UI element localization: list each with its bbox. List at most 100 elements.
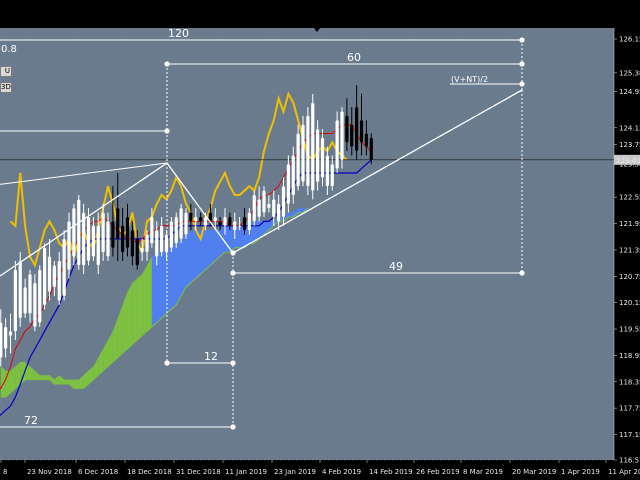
- x-tick-label: 26 Feb 2019: [416, 468, 460, 476]
- candle-body: [0, 322, 3, 358]
- x-tick-label: 20 Mar 2019: [512, 468, 556, 476]
- kumo-segment: [127, 282, 133, 349]
- candle-body: [174, 216, 178, 244]
- candle-body: [52, 265, 56, 288]
- candle-body: [57, 260, 61, 301]
- candle-body: [262, 190, 266, 213]
- kumo-segment: [142, 265, 147, 336]
- kumo-segment: [151, 252, 157, 327]
- anchor-dot: [519, 81, 525, 87]
- candle-body: [184, 212, 188, 235]
- candle-body: [23, 287, 27, 314]
- candle-body: [18, 260, 22, 319]
- candle-body: [272, 199, 276, 217]
- candle-body: [213, 216, 217, 222]
- candle-body: [242, 216, 247, 231]
- x-tick-label: 6 Dec 2018: [78, 468, 118, 476]
- candle-body: [47, 256, 52, 292]
- candle-body: [135, 238, 139, 266]
- x-tick-label: 8 Mar 2019: [463, 468, 503, 476]
- kumo-segment: [44, 375, 50, 380]
- candle-body: [145, 234, 149, 253]
- candle-body: [281, 186, 286, 217]
- anchor-dot: [230, 360, 236, 366]
- candle-body: [286, 164, 290, 204]
- candle-body: [267, 203, 271, 209]
- y-tick-label: 117.15: [619, 431, 640, 439]
- kumo-segment: [64, 379, 69, 384]
- candle-body: [311, 102, 315, 191]
- y-tick-label: 121.95: [619, 220, 640, 228]
- y-tick-label: 124.13: [619, 124, 640, 132]
- x-tick-label: 4 Feb 2019: [322, 468, 361, 476]
- y-tick-label: 125.38: [619, 69, 640, 77]
- span-120-label: 120: [168, 27, 189, 40]
- span-72-label: 72: [24, 414, 38, 427]
- candle-body: [86, 216, 91, 261]
- current-price-label: 123.40: [616, 157, 640, 165]
- y-tick-label: 117.75: [619, 405, 640, 413]
- candle-body: [218, 221, 222, 226]
- candle-body: [247, 212, 251, 231]
- kumo-segment: [288, 212, 294, 217]
- candle-body: [364, 133, 368, 147]
- candle-body: [277, 203, 281, 222]
- kumo-segment: [181, 234, 186, 297]
- candle-body: [96, 225, 100, 266]
- kumo-segment: [137, 274, 143, 341]
- candle-body: [4, 326, 8, 349]
- candle-body: [125, 216, 130, 248]
- anchor-dot: [164, 360, 170, 366]
- candle-body: [223, 216, 227, 226]
- ichimoku-chart[interactable]: 120 60 (V+NT)/2 49 12 72 126.15 125.38 124.95 12…: [0, 0, 640, 480]
- candle-body: [62, 238, 66, 297]
- x-tick-label: 1 Apr 2019: [561, 468, 600, 476]
- kumo-segment: [132, 278, 138, 345]
- candle-body: [101, 212, 105, 253]
- candle-body: [28, 274, 32, 314]
- candle-body: [252, 194, 256, 222]
- candle-body: [179, 208, 183, 239]
- candle-body: [43, 247, 47, 305]
- y-tick-label: 119.55: [619, 326, 640, 334]
- x-tick-label: 31 Dec 2018: [176, 468, 221, 476]
- candle-body: [330, 164, 334, 187]
- formula-label: (V+NT)/2: [451, 75, 488, 84]
- x-tick-label: 23 Jan 2019: [274, 468, 316, 476]
- candle-body: [8, 331, 13, 336]
- x-tick-label: 14 Feb 2019: [369, 468, 413, 476]
- x-tick-label: 23 Nov 2018: [27, 468, 72, 476]
- candle-body: [306, 115, 310, 187]
- y-tick-label: 124.95: [619, 88, 640, 96]
- candle-body: [72, 208, 76, 257]
- chart-window: 120 60 (V+NT)/2 49 12 72 126.15 125.38 124.95 12…: [0, 0, 640, 480]
- control-button-u[interactable]: U: [0, 66, 12, 77]
- candle-body: [38, 269, 42, 323]
- y-tick-label: 123.75: [619, 141, 640, 149]
- kumo-segment: [205, 230, 211, 270]
- candle-body: [301, 124, 305, 182]
- candle-body: [233, 221, 237, 231]
- kumo-segment: [176, 238, 182, 305]
- y-tick-label: 120.75: [619, 273, 640, 281]
- x-tick-label: 11 Apr 2019: [608, 468, 640, 476]
- control-value-label: 0.8: [1, 44, 17, 55]
- y-tick-label: 121.35: [619, 246, 640, 254]
- candle-body: [106, 221, 110, 257]
- kumo-segment: [73, 379, 79, 389]
- candle-body: [350, 124, 354, 147]
- control-button-3d[interactable]: 3D: [0, 82, 12, 93]
- candle-body: [199, 216, 203, 222]
- x-tick-label: 11 Jan 2019: [225, 468, 267, 476]
- kumo-segment: [298, 208, 303, 213]
- candle-body: [111, 221, 115, 248]
- candle-body: [91, 225, 95, 257]
- candle-body: [33, 282, 37, 327]
- candle-body: [325, 155, 329, 187]
- y-tick-label: 120.15: [619, 299, 640, 307]
- candle-body: [335, 120, 339, 169]
- candle-body: [155, 230, 159, 257]
- candle-body: [169, 221, 173, 248]
- candle-body: [257, 199, 261, 217]
- candle-body: [238, 225, 242, 227]
